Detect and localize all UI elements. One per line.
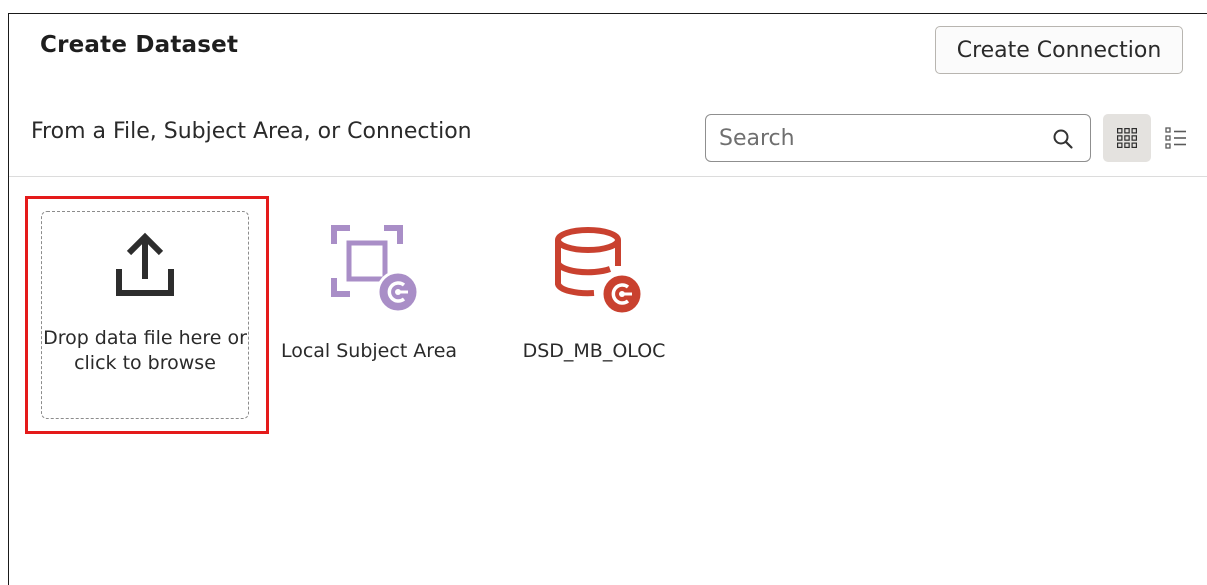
drop-zone-label: Drop data file here or click to browse xyxy=(43,327,247,374)
search-box xyxy=(705,114,1091,162)
local-subject-area-tile[interactable]: Local Subject Area xyxy=(274,217,464,387)
grid-view-button[interactable] xyxy=(1103,114,1151,162)
upload-icon xyxy=(116,232,174,296)
file-drop-zone[interactable]: Drop data file here or click to browse xyxy=(41,211,249,419)
list-view-icon xyxy=(1165,127,1186,149)
dsd-mb-oloc-tile[interactable]: DSD_MB_OLOC xyxy=(499,217,689,367)
create-connection-button[interactable]: Create Connection xyxy=(935,26,1183,74)
search-input[interactable] xyxy=(719,123,1039,153)
subject-area-icon xyxy=(331,225,420,314)
dialog-title: Create Dataset xyxy=(40,32,239,58)
header-divider xyxy=(9,176,1207,177)
local-subject-area-label: Local Subject Area xyxy=(280,340,458,362)
database-connection-icon xyxy=(555,227,644,316)
dialog-subtitle: From a File, Subject Area, or Connection xyxy=(31,119,472,144)
create-dataset-dialog: Create Dataset Create Connection From a … xyxy=(8,13,1207,585)
list-view-button[interactable] xyxy=(1161,114,1201,162)
search-icon[interactable] xyxy=(1052,128,1074,150)
dsd-mb-oloc-label: DSD_MB_OLOC xyxy=(522,340,666,362)
grid-view-icon xyxy=(1117,128,1137,148)
